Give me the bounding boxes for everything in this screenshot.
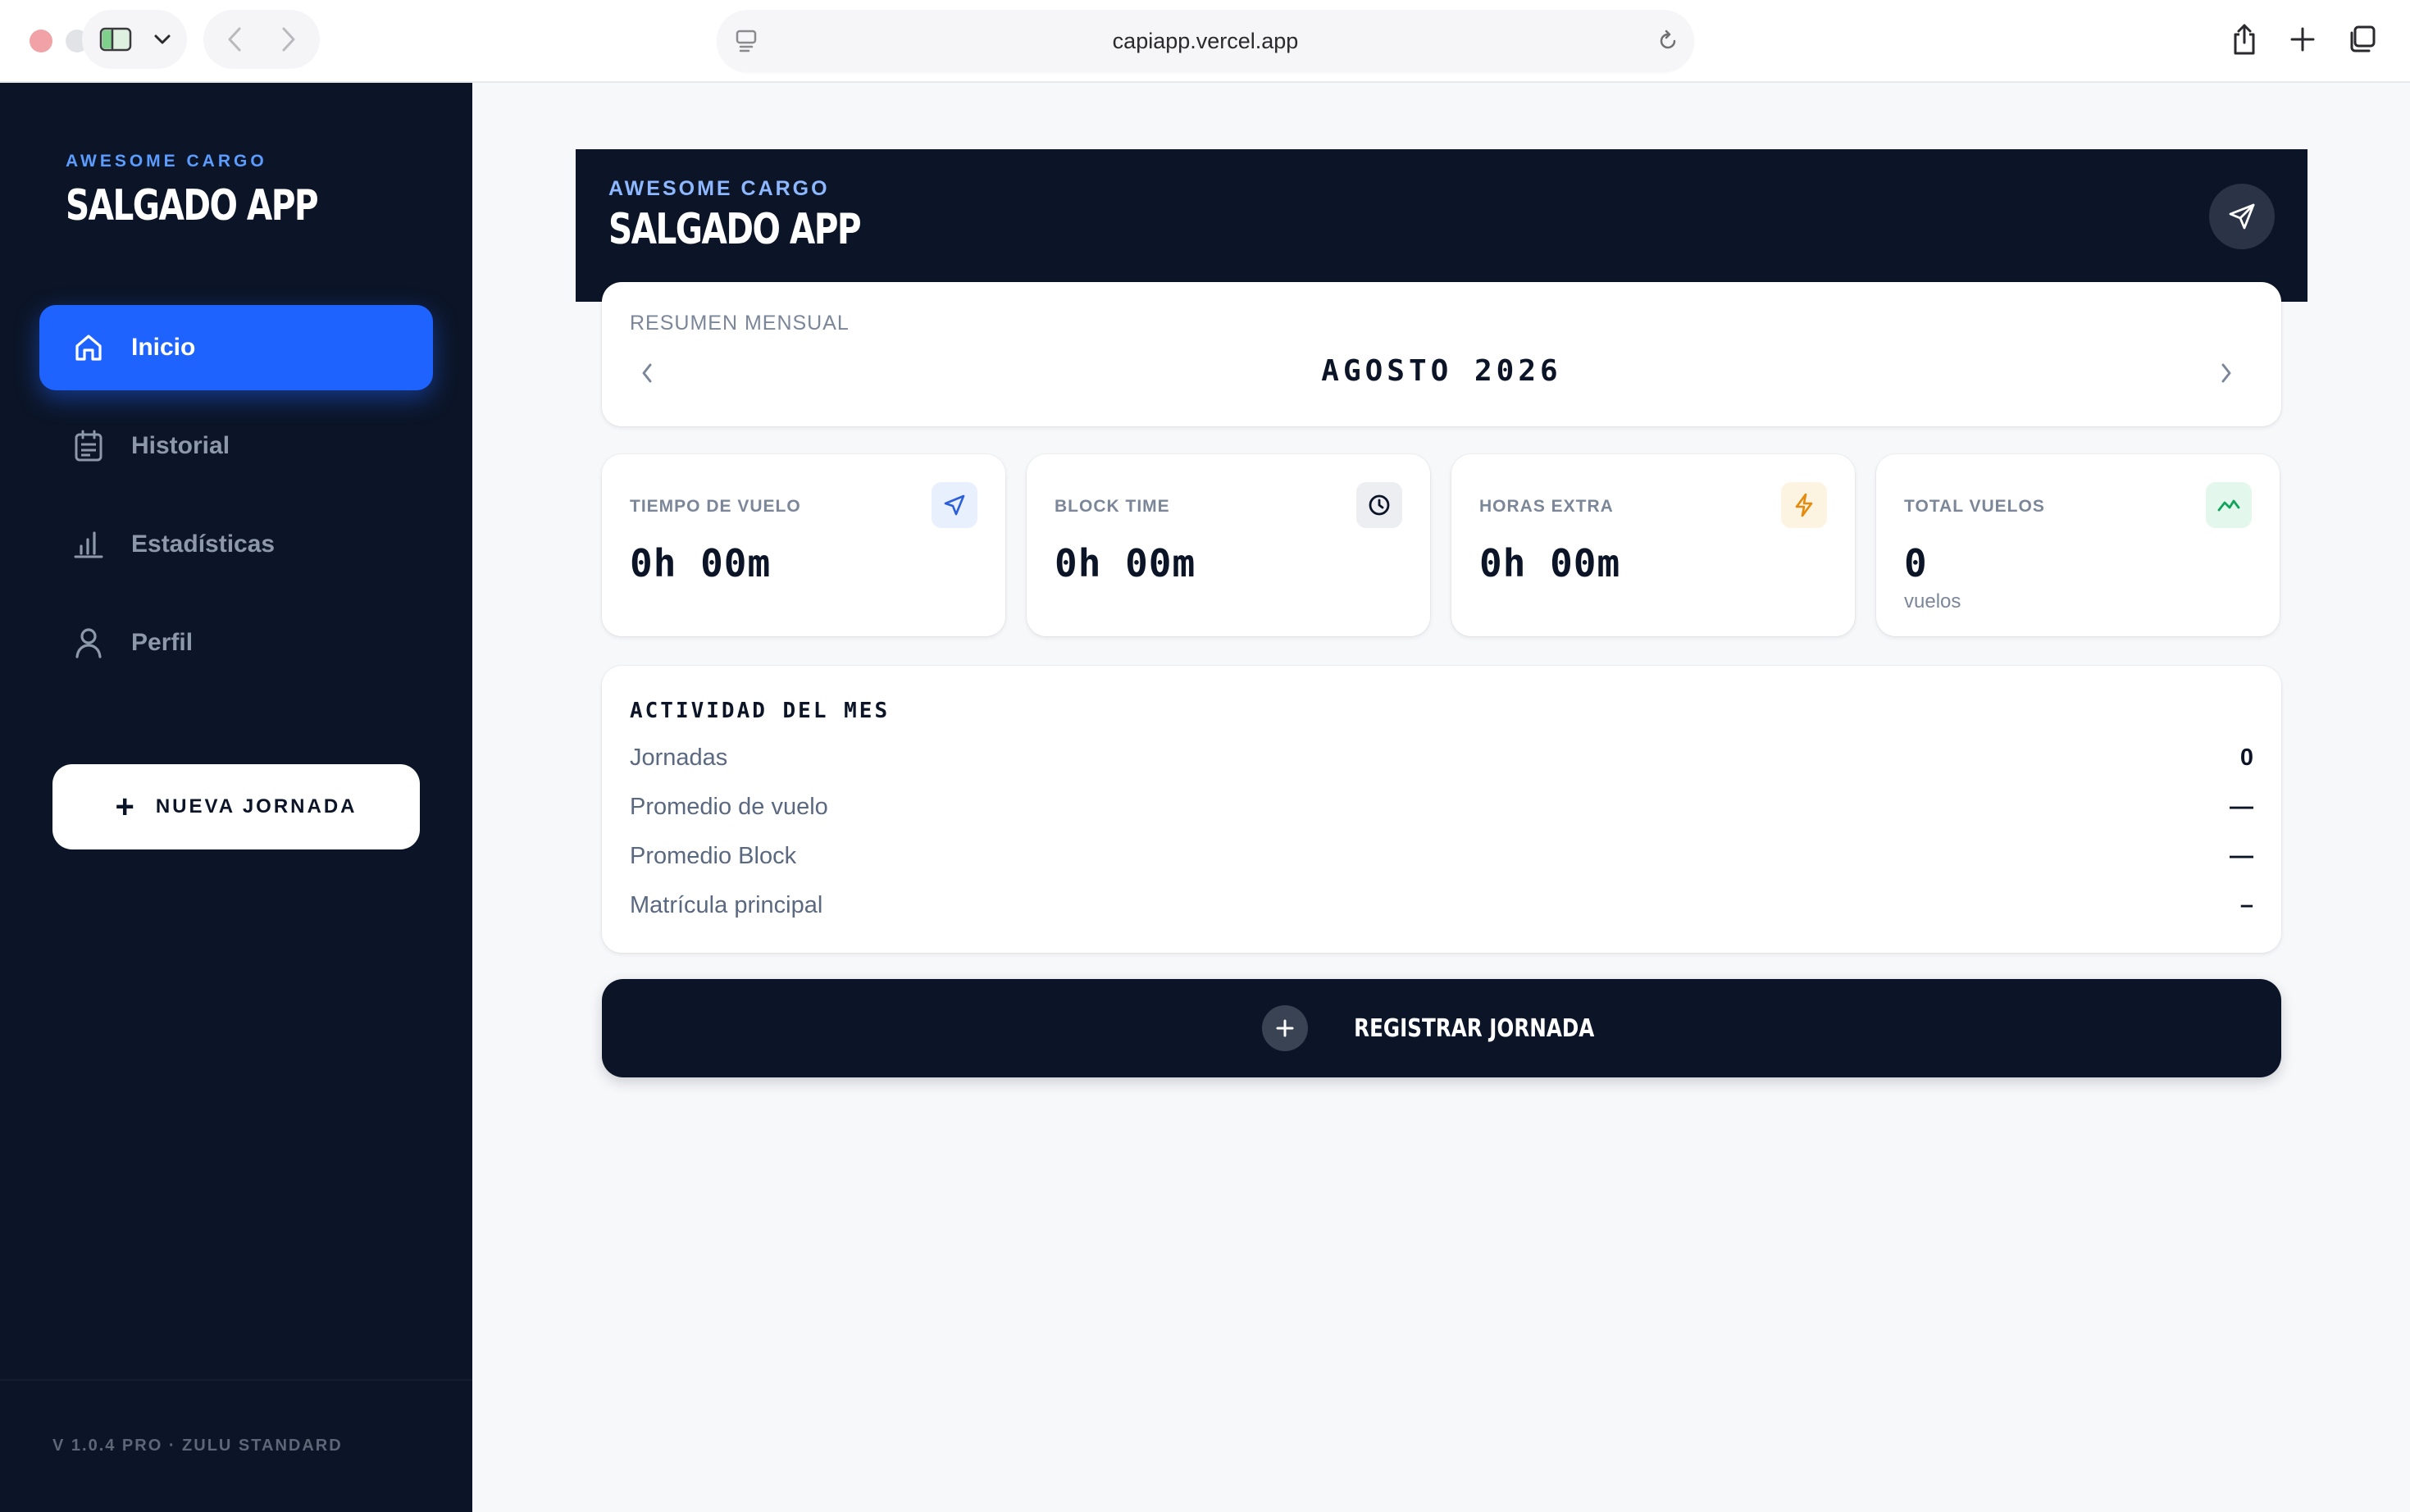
activity-title: ACTIVIDAD DEL MES (630, 699, 891, 723)
activity-value: – (2239, 892, 2253, 918)
summary-label: RESUMEN MENSUAL (630, 312, 850, 335)
reload-icon[interactable] (1651, 25, 1684, 57)
browser-toolbar: capiapp.vercel.app (0, 0, 2410, 83)
current-month: AGOSTO 2026 (1321, 354, 1562, 388)
next-month-button[interactable] (2206, 353, 2247, 394)
stat-value: 0 (1904, 541, 1928, 585)
monthly-summary-card: RESUMEN MENSUAL AGOSTO 2026 (602, 282, 2281, 426)
stat-value: 0h 00m (1479, 541, 1621, 585)
sidebar-toggle-icon[interactable] (90, 10, 141, 69)
sidebar-item-label: Historial (131, 432, 230, 459)
chevron-right-icon (2221, 363, 2231, 383)
stat-card-horas-extra: HORAS EXTRA 0h 00m (1451, 454, 1855, 636)
new-jornada-button[interactable]: + NUEVA JORNADA (52, 764, 420, 849)
sidebar-item-estadisticas[interactable]: Estadísticas (39, 502, 433, 587)
history-nav-group (203, 10, 320, 69)
clock-icon (1356, 482, 1402, 528)
new-tab-icon[interactable] (2280, 16, 2326, 62)
user-icon (72, 626, 105, 659)
stat-card-total-vuelos: TOTAL VUELOS 0 vuelos (1876, 454, 2280, 636)
trend-icon (2206, 482, 2252, 528)
page-title: SALGADO APP (608, 205, 862, 254)
sidebar-item-historial[interactable]: Historial (39, 403, 433, 489)
activity-card: ACTIVIDAD DEL MES Jornadas 0 Promedio de… (602, 666, 2281, 953)
sidebar-item-label: Inicio (131, 334, 196, 361)
send-button[interactable] (2209, 184, 2275, 249)
plane-icon (932, 482, 977, 528)
register-jornada-button[interactable]: REGISTRAR JORNADA (602, 979, 2281, 1077)
address-bar[interactable]: capiapp.vercel.app (717, 10, 1694, 72)
tab-overview-icon[interactable] (2339, 16, 2385, 62)
sidebar-brand-subtitle: AWESOME CARGO (66, 152, 267, 171)
stat-label: HORAS EXTRA (1479, 497, 1614, 516)
plus-icon: + (115, 789, 134, 825)
activity-value: — (2230, 843, 2253, 869)
stat-label: TIEMPO DE VUELO (630, 497, 801, 516)
activity-key: Promedio Block (630, 843, 797, 869)
paper-plane-icon (2229, 203, 2255, 230)
url-text: capiapp.vercel.app (1112, 29, 1299, 53)
forward-icon[interactable] (264, 10, 313, 69)
stat-label: BLOCK TIME (1055, 497, 1170, 516)
sidebar-toggle-group (82, 10, 187, 69)
sidebar-item-label: Estadísticas (131, 531, 276, 558)
window-close-button[interactable] (30, 30, 52, 52)
bolt-icon (1781, 482, 1827, 528)
header-subtitle: AWESOME CARGO (608, 177, 830, 200)
activity-row-promedio-vuelo: Promedio de vuelo — (630, 794, 2253, 827)
stat-card-block-time: BLOCK TIME 0h 00m (1027, 454, 1430, 636)
activity-value: — (2230, 794, 2253, 820)
activity-row-matricula: Matrícula principal – (630, 892, 2253, 925)
bar-chart-icon (72, 528, 105, 561)
register-jornada-label: REGISTRAR JORNADA (1354, 1013, 1595, 1043)
back-icon[interactable] (210, 10, 259, 69)
stat-label: TOTAL VUELOS (1904, 497, 2045, 516)
plus-icon (1262, 1005, 1309, 1051)
activity-value: 0 (2239, 745, 2253, 771)
new-jornada-label: NUEVA JORNADA (155, 795, 358, 817)
activity-key: Matrícula principal (630, 892, 823, 918)
sidebar-item-inicio[interactable]: Inicio (39, 305, 433, 390)
sidebar-divider (0, 1379, 472, 1381)
chevron-down-icon[interactable] (144, 10, 180, 69)
activity-row-promedio-block: Promedio Block — (630, 843, 2253, 876)
activity-row-jornadas: Jornadas 0 (630, 745, 2253, 777)
calendar-list-icon (72, 430, 105, 462)
app-version: V 1.0.4 PRO · ZULU STANDARD (52, 1437, 343, 1455)
stat-value: 0h 00m (630, 541, 772, 585)
stat-card-tiempo-de-vuelo: TIEMPO DE VUELO 0h 00m (602, 454, 1005, 636)
home-icon (72, 331, 105, 364)
share-icon[interactable] (2221, 16, 2267, 62)
activity-key: Jornadas (630, 745, 728, 771)
sidebar-item-label: Perfil (131, 629, 194, 656)
sidebar-item-perfil[interactable]: Perfil (39, 600, 433, 685)
stat-unit: vuelos (1904, 590, 1961, 613)
sidebar: AWESOME CARGO SALGADO APP Inicio Histori… (0, 83, 472, 1512)
page-header: AWESOME CARGO SALGADO APP (576, 149, 2307, 302)
sidebar-brand-title: SALGADO APP (66, 181, 319, 230)
activity-key: Promedio de vuelo (630, 794, 828, 820)
stat-value: 0h 00m (1055, 541, 1196, 585)
